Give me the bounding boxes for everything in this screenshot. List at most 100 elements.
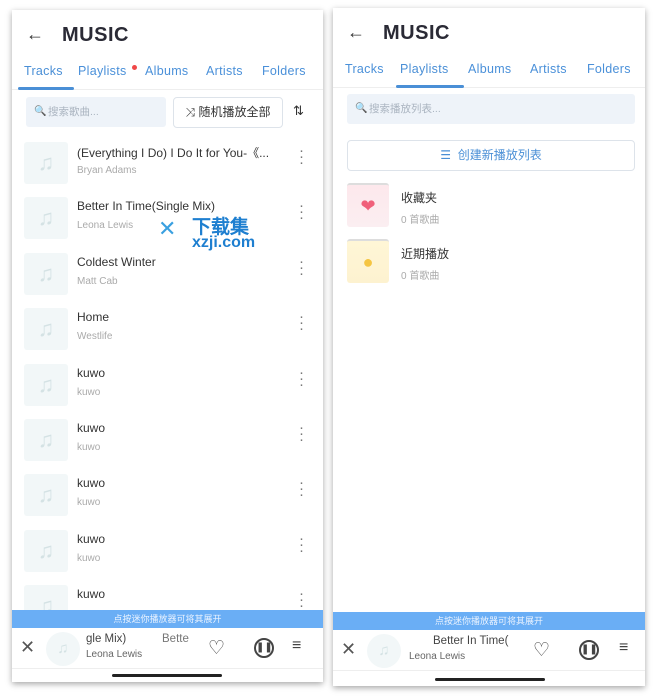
more-options-icon[interactable]: · · ·: [299, 475, 304, 502]
track-title: kuwo: [77, 587, 106, 602]
close-icon[interactable]: ✕: [341, 639, 356, 660]
heart-icon[interactable]: ♡: [533, 639, 550, 662]
queue-icon[interactable]: ≡: [619, 639, 628, 657]
queue-icon[interactable]: ≡: [292, 637, 301, 655]
playlist-item[interactable]: ● 近期播放 0 首歌曲: [333, 239, 645, 287]
playlist-add-icon: ☰: [440, 148, 455, 162]
track-artist: kuwo: [77, 497, 101, 509]
playlist-count: 0 首歌曲: [401, 271, 440, 282]
track-artist: kuwo: [77, 442, 101, 453]
track-title: Coldest Winter: [77, 254, 156, 269]
shuffle-icon: ⤨: [185, 105, 199, 119]
player-title-marquee: Bette: [162, 633, 189, 645]
active-tab-indicator: [396, 85, 464, 88]
track-row[interactable]: ♫ Better In Time(Single Mix) Leona Lewis…: [12, 193, 323, 248]
tab-bar: Tracks Playlists Albums Artists Folders: [12, 62, 323, 90]
pause-icon[interactable]: ❚❚: [579, 640, 599, 660]
search-icon: 🔍: [34, 106, 47, 117]
track-row[interactable]: ♫ kuwo kuwo · · ·: [12, 360, 323, 415]
home-indicator: [112, 674, 222, 677]
tab-playlists[interactable]: Playlists: [400, 62, 449, 76]
tab-tracks[interactable]: Tracks: [345, 62, 384, 76]
search-input[interactable]: 🔍 搜索歌曲...: [26, 97, 166, 127]
shuffle-all-button[interactable]: ⤨ 随机播放全部: [173, 97, 283, 128]
more-options-icon[interactable]: · · ·: [299, 420, 304, 447]
more-options-icon[interactable]: · · ·: [299, 365, 304, 392]
player-title: gle Mix): [86, 633, 127, 645]
music-note-icon: ♫: [367, 634, 401, 668]
mini-player[interactable]: ✕ ♫ gle Mix) Bette Leona Lewis ♡ ❚❚ ≡: [12, 629, 323, 669]
tab-bar: Tracks Playlists Albums Artists Folders: [333, 60, 645, 88]
music-note-icon: ♫: [24, 474, 68, 517]
search-placeholder: 搜索播放列表...: [369, 103, 441, 115]
track-title: Home: [77, 310, 110, 325]
playlist-name: 收藏夹: [401, 191, 438, 205]
track-artist: kuwo: [77, 386, 101, 398]
tab-tracks[interactable]: Tracks: [24, 64, 63, 78]
music-note-icon: ♫: [24, 363, 68, 406]
track-row[interactable]: ♫ kuwo kuwo · · ·: [12, 415, 323, 470]
more-options-icon[interactable]: · · ·: [299, 531, 304, 558]
track-artist: Matt Cab: [77, 275, 118, 287]
back-arrow-icon[interactable]: ←: [26, 24, 44, 45]
mini-player[interactable]: ✕ ♫ Better In Time( Leona Lewis ♡ ❚❚ ≡: [333, 631, 645, 671]
sort-icon[interactable]: ⇅: [293, 103, 304, 119]
more-options-icon[interactable]: · · ·: [299, 254, 304, 281]
playlist-count: 0 首歌曲: [401, 215, 440, 226]
track-title: kuwo: [77, 476, 106, 491]
tab-folders[interactable]: Folders: [262, 64, 306, 78]
track-row[interactable]: ♫ Home Westlife · · ·: [12, 304, 323, 359]
player-artist: Leona Lewis: [409, 651, 466, 662]
close-icon[interactable]: ✕: [20, 637, 35, 658]
track-row[interactable]: ♫ kuwo kuwo · · ·: [12, 526, 323, 581]
player-artist: Leona Lewis: [86, 649, 143, 660]
track-title: (Everything I Do) I Do It for You-《...: [77, 146, 270, 160]
more-options-icon[interactable]: · · ·: [299, 198, 304, 225]
music-note-icon: ♫: [24, 308, 68, 351]
music-note-icon: ♫: [24, 252, 68, 295]
track-title: kuwo: [77, 531, 106, 546]
player-title: Better In Time(: [433, 635, 509, 647]
track-row[interactable]: ♫ (Everything I Do) I Do It for You-《...…: [12, 138, 323, 193]
track-artist: kuwo: [77, 552, 101, 564]
create-playlist-label: 创建新播放列表: [457, 148, 542, 162]
playlist-search-input[interactable]: 🔍 搜索播放列表...: [347, 94, 635, 124]
page-title: MUSIC: [62, 24, 129, 46]
search-icon: 🔍: [355, 103, 368, 114]
more-options-icon[interactable]: · · ·: [299, 586, 304, 613]
active-tab-indicator: [18, 87, 74, 90]
track-artist: Westlife: [77, 331, 113, 343]
tab-playlists[interactable]: Playlists: [78, 64, 127, 78]
playlist-item[interactable]: ❤ 收藏夹 0 首歌曲: [333, 183, 645, 231]
more-options-icon[interactable]: · · ·: [299, 309, 304, 336]
track-artist: Bryan Adams: [77, 165, 137, 176]
mini-player-hint: 点按迷你播放器可将其展开: [12, 610, 323, 628]
music-note-icon: ♫: [24, 197, 68, 240]
music-note-icon: ♫: [24, 419, 68, 461]
pause-icon[interactable]: ❚❚: [254, 638, 274, 658]
page-title: MUSIC: [383, 22, 450, 44]
more-options-icon[interactable]: · · ·: [299, 143, 304, 170]
back-arrow-icon[interactable]: ←: [347, 22, 365, 43]
music-note-icon: ♫: [24, 529, 68, 572]
heart-icon[interactable]: ♡: [208, 637, 225, 660]
mini-player-hint: 点按迷你播放器可将其展开: [333, 612, 645, 630]
track-row[interactable]: ♫ Coldest Winter Matt Cab · · ·: [12, 249, 323, 304]
track-title: kuwo: [77, 365, 106, 380]
track-row[interactable]: ♫ kuwo kuwo · · ·: [12, 470, 323, 525]
heart-icon: ❤: [347, 183, 389, 227]
search-placeholder: 搜索歌曲...: [48, 106, 99, 118]
playlist-name: 近期播放: [401, 247, 450, 261]
notification-dot: [132, 65, 137, 70]
create-playlist-button[interactable]: ☰ 创建新播放列表: [347, 140, 635, 171]
tab-folders[interactable]: Folders: [587, 62, 631, 76]
home-indicator: [435, 678, 545, 681]
tracks-screen: ← MUSIC Tracks Playlists Albums Artists …: [12, 10, 323, 682]
tab-artists[interactable]: Artists: [530, 62, 567, 76]
clock-icon: ●: [347, 239, 389, 283]
tab-albums[interactable]: Albums: [145, 64, 188, 78]
tab-albums[interactable]: Albums: [468, 62, 511, 76]
track-title: Better In Time(Single Mix): [77, 199, 216, 214]
music-note-icon: ♫: [46, 632, 80, 666]
tab-artists[interactable]: Artists: [206, 64, 243, 78]
